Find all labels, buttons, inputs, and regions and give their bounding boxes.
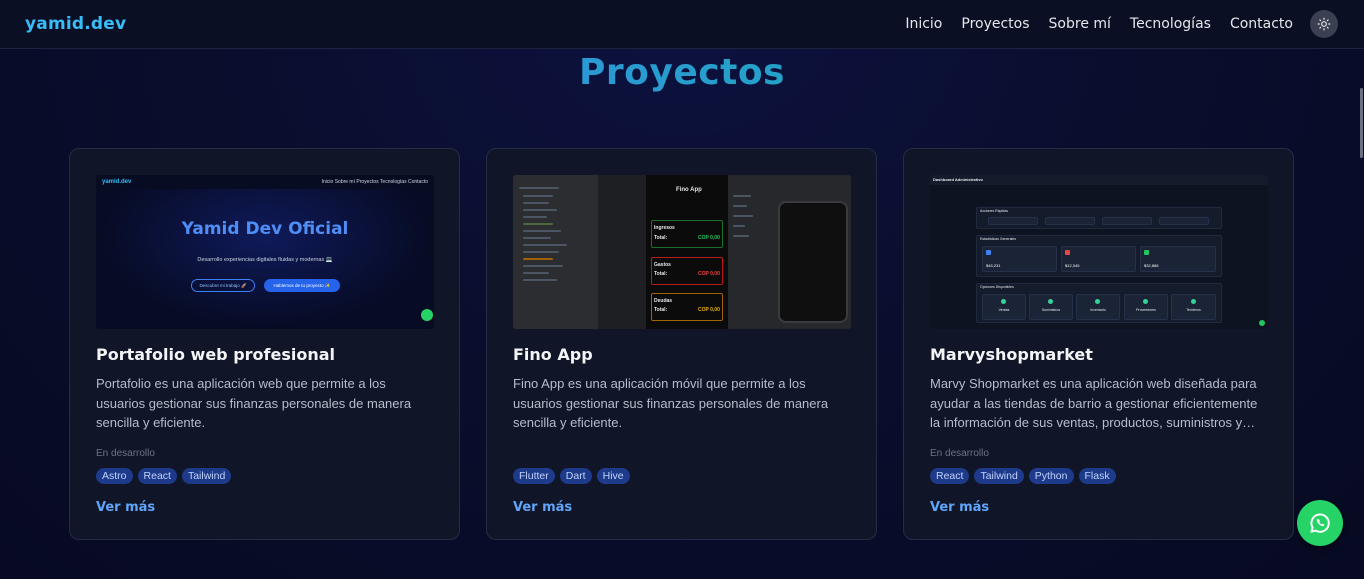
- project-title: Portafolio web profesional: [96, 345, 336, 364]
- section-title: Proyectos: [0, 52, 1364, 93]
- ver-mas-link[interactable]: Ver más: [930, 500, 1267, 515]
- tag-badge: Tailwind: [181, 468, 232, 484]
- project-title: Fino App: [513, 345, 593, 364]
- project-description: Fino App es una aplicación móvil que per…: [513, 376, 829, 430]
- expenses-label: Gastos: [654, 262, 671, 268]
- option-label: Suministros: [1041, 308, 1061, 312]
- thumb-hero-title: Yamid Dev Oficial: [181, 219, 349, 239]
- thumb-secondary-button: Descubre mi trabajo 🚀: [191, 279, 255, 292]
- project-thumbnail: yamid.dev Inicio Sobre mí Proyectos Tecn…: [96, 175, 434, 329]
- project-tags: Flutter Dart Hive: [513, 468, 850, 484]
- expenses-total-label: Total:: [654, 271, 668, 277]
- project-status: En desarrollo: [930, 448, 989, 459]
- whatsapp-button[interactable]: [1297, 500, 1343, 546]
- debts-total-label: Total:: [654, 307, 668, 313]
- stat-value: $45,231: [986, 263, 1001, 268]
- option-label: Tenderos: [1186, 308, 1201, 312]
- debts-amount: COP 0,00: [698, 307, 720, 313]
- expenses-amount: COP 0,00: [698, 271, 720, 277]
- project-description: Portafolio es una aplicación web que per…: [96, 376, 412, 430]
- option-label: Ventas: [998, 308, 1010, 312]
- project-description: Marvy Shopmarket es una aplicación web d…: [930, 376, 1258, 430]
- page-scrollbar[interactable]: [1358, 49, 1364, 579]
- tag-badge: Astro: [96, 468, 133, 484]
- nav-link-inicio[interactable]: Inicio: [905, 16, 942, 32]
- stat-value: $32,886: [1144, 263, 1159, 268]
- nav-link-tecnologias[interactable]: Tecnologías: [1130, 16, 1211, 32]
- thumb-app-title: Fino App: [676, 187, 702, 193]
- stat-value: $12,345: [1065, 263, 1080, 268]
- debts-label: Deudas: [654, 298, 673, 304]
- nav-link-contacto[interactable]: Contacto: [1230, 16, 1293, 32]
- scrollbar-thumb[interactable]: [1360, 88, 1363, 158]
- tag-badge: Python: [1028, 468, 1074, 484]
- project-title: Marvyshopmarket: [930, 345, 1093, 364]
- tag-badge: Flask: [1078, 468, 1116, 484]
- tag-badge: React: [930, 468, 970, 484]
- navbar: yamid.dev Inicio Proyectos Sobre mí Tecn…: [0, 0, 1364, 49]
- thumb-subtitle: Desarrollo experiencias digitales fluida…: [197, 257, 333, 263]
- emulator-device: [778, 201, 848, 323]
- tag-badge: Flutter: [513, 468, 555, 484]
- project-tags: Astro React Tailwind: [96, 468, 433, 484]
- nav-link-proyectos[interactable]: Proyectos: [961, 16, 1029, 32]
- project-thumbnail: Fino App Ingresos Total: COP 0,00 Gastos…: [513, 175, 851, 329]
- ver-mas-link[interactable]: Ver más: [513, 500, 850, 515]
- quick-actions-label: Acciones Rápidas: [980, 209, 1009, 213]
- whatsapp-icon: [1310, 513, 1330, 533]
- project-status: [513, 448, 850, 460]
- tag-badge: React: [137, 468, 177, 484]
- tag-badge: Tailwind: [974, 468, 1024, 484]
- thumb-links: Inicio Sobre mí Proyectos Tecnologías Co…: [321, 179, 428, 185]
- ver-mas-link[interactable]: Ver más: [96, 500, 433, 515]
- income-amount: COP 0,00: [698, 235, 720, 241]
- project-card-marvyshopmarket: Dashboard Administrativo Acciones Rápida…: [903, 148, 1294, 540]
- thumb-whatsapp-icon: [421, 309, 433, 321]
- thumb-primary-button: Hablemos de tu proyecto ✨: [264, 279, 340, 292]
- ide-code-editor: [598, 175, 646, 329]
- nav-link-sobre-mi[interactable]: Sobre mí: [1049, 16, 1111, 32]
- brand-logo[interactable]: yamid.dev: [25, 14, 126, 34]
- project-card-portfolio: yamid.dev Inicio Sobre mí Proyectos Tecn…: [69, 148, 460, 540]
- thumb-navbar: yamid.dev Inicio Sobre mí Proyectos Tecn…: [96, 175, 434, 189]
- tag-badge: Hive: [596, 468, 630, 484]
- nav-links: Inicio Proyectos Sobre mí Tecnologías Co…: [886, 10, 1338, 38]
- sun-icon: [1317, 17, 1331, 31]
- option-label: Proveedores: [1136, 308, 1156, 312]
- theme-toggle-button[interactable]: [1310, 10, 1338, 38]
- project-tags: React Tailwind Python Flask: [930, 468, 1267, 484]
- thumb-dashboard-title: Dashboard Administrativo: [933, 177, 983, 182]
- project-status: En desarrollo: [96, 448, 155, 459]
- stats-label: Estadísticas Generales: [980, 237, 1016, 241]
- thumb-brand: yamid.dev: [102, 179, 132, 185]
- project-thumbnail: Dashboard Administrativo Acciones Rápida…: [930, 175, 1268, 329]
- income-total-label: Total:: [654, 235, 668, 241]
- options-label: Opciones Disponibles: [980, 285, 1014, 289]
- tag-badge: Dart: [559, 468, 592, 484]
- income-label: Ingresos: [654, 225, 675, 231]
- option-label: Inventario: [1090, 308, 1106, 312]
- project-card-fino-app: Fino App Ingresos Total: COP 0,00 Gastos…: [486, 148, 877, 540]
